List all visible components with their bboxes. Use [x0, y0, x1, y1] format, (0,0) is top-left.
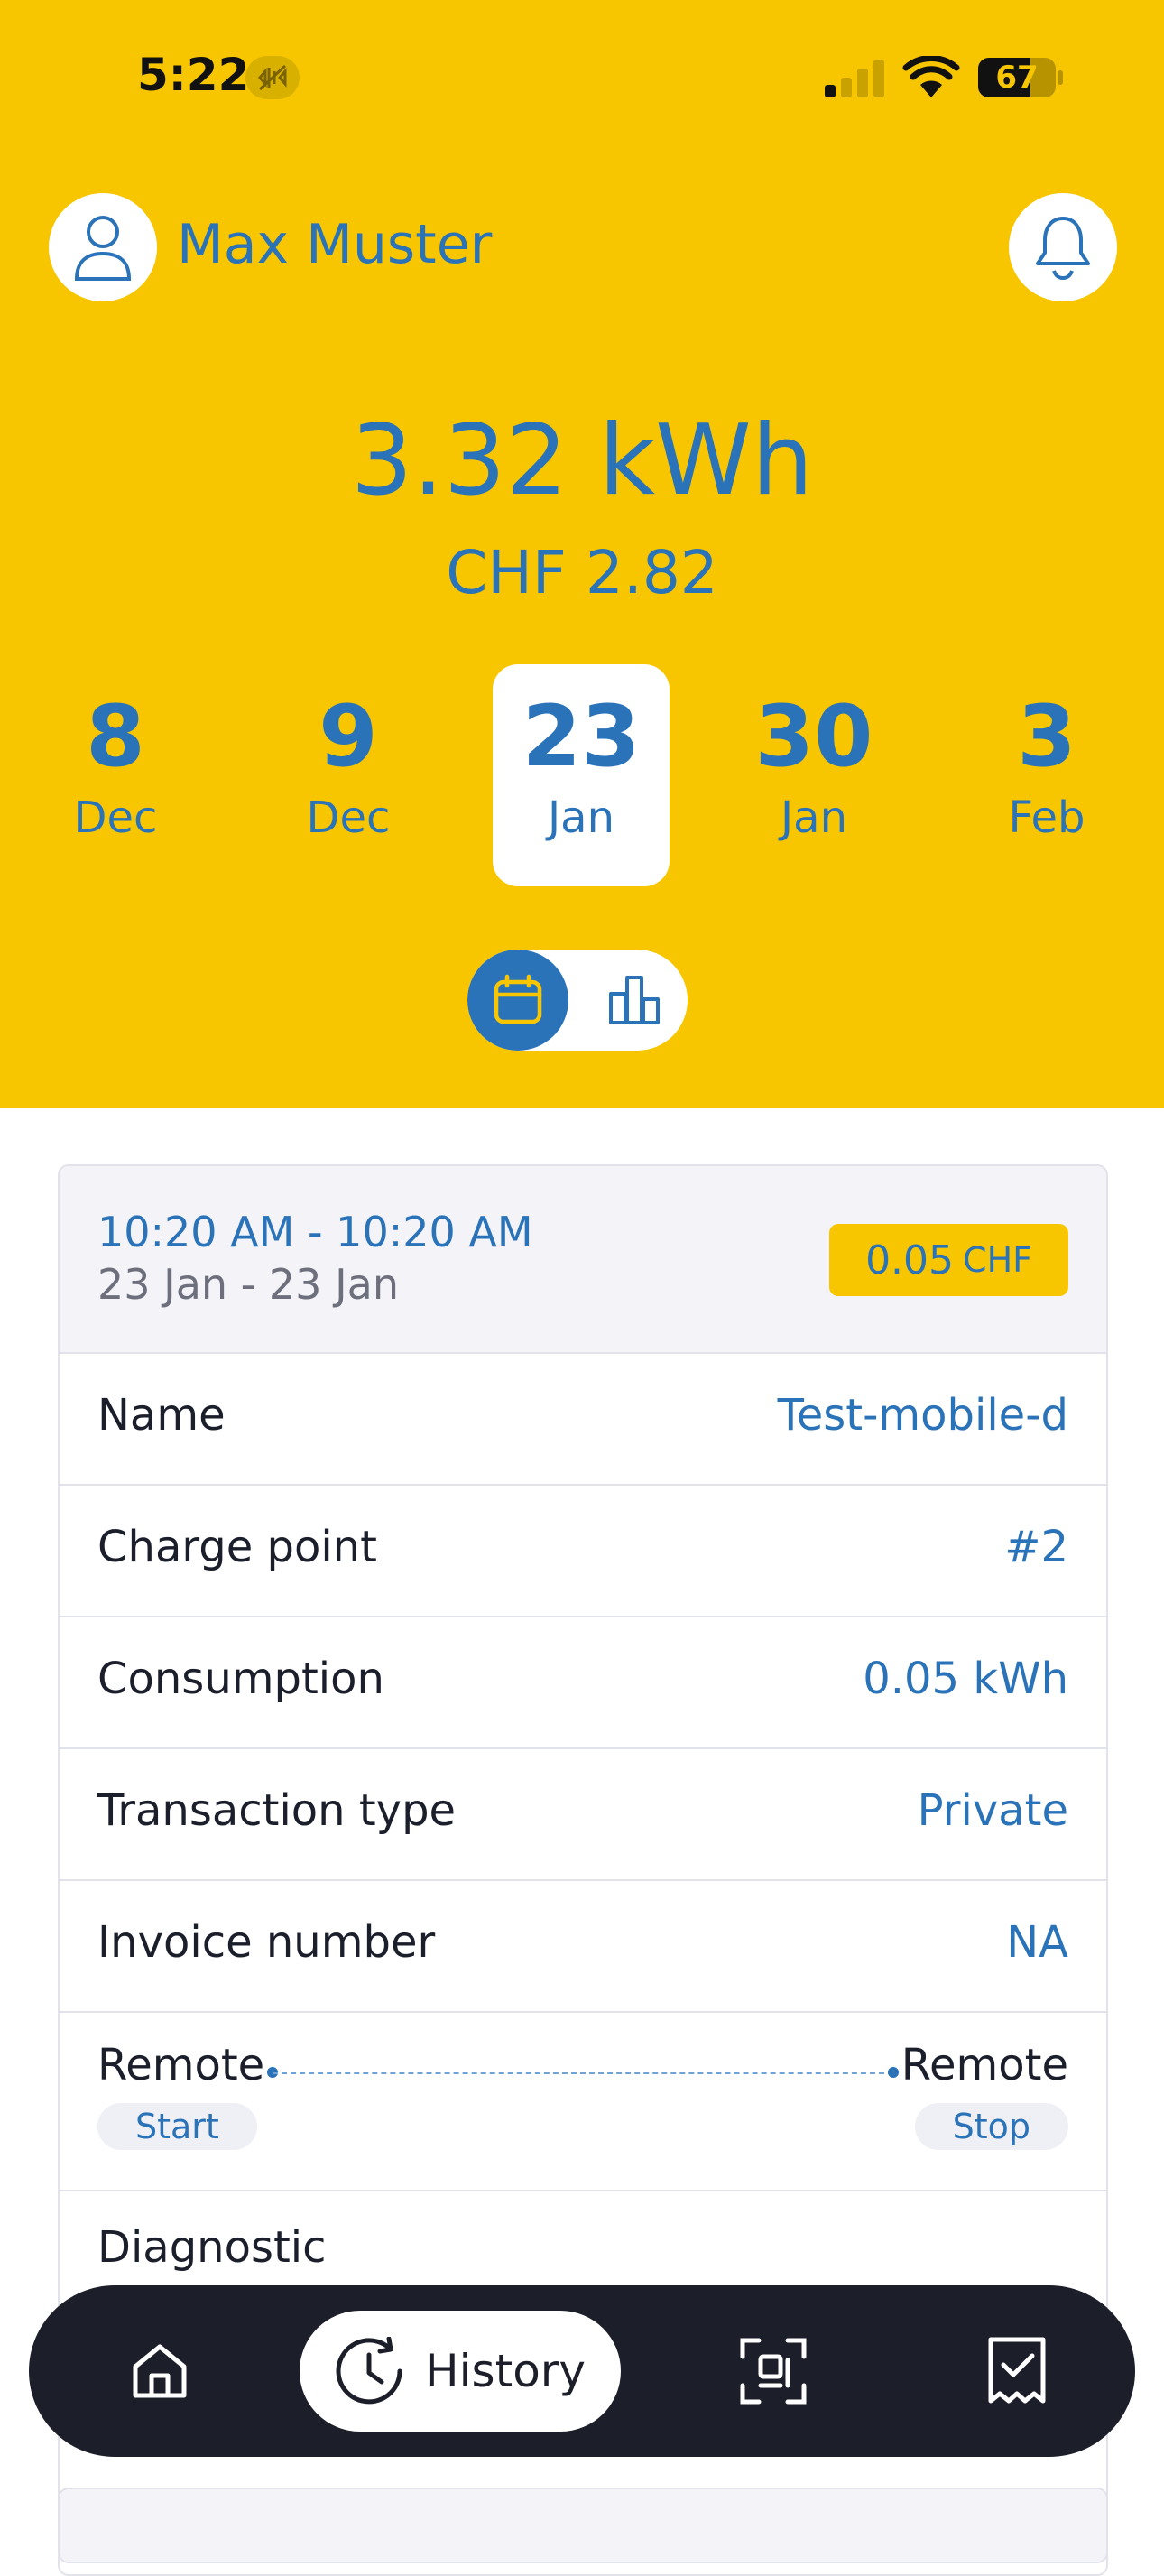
remote-timeline: Remote Start Remote Stop — [60, 2013, 1106, 2191]
nav-invoices-button[interactable] — [949, 2285, 1085, 2457]
detail-row-consumption: Consumption 0.05 kWh — [60, 1617, 1106, 1749]
detail-label: Invoice number — [97, 1917, 436, 1968]
nav-history-label: History — [425, 2345, 586, 2397]
nav-scan-button[interactable] — [706, 2285, 841, 2457]
history-icon — [336, 2337, 402, 2405]
detail-label: Consumption — [97, 1654, 384, 1704]
detail-value: Private — [917, 1785, 1068, 1836]
date-day: 9 — [319, 688, 378, 786]
total-energy: 3.32 kWh — [350, 404, 814, 517]
detail-label: Transaction type — [97, 1785, 457, 1836]
wifi-icon — [902, 55, 960, 103]
user-icon — [74, 216, 132, 281]
total-cost: CHF 2.82 — [446, 538, 718, 607]
session-header: 10:20 AM - 10:20 AM 23 Jan - 23 Jan 0.05… — [60, 1166, 1106, 1354]
mute-icon — [245, 56, 300, 99]
home-icon — [133, 2344, 187, 2398]
session-price-badge: 0.05 CHF — [829, 1224, 1068, 1296]
date-item[interactable]: 3 Feb — [958, 664, 1135, 886]
username[interactable]: Max Muster — [177, 213, 492, 276]
remote-start-tag: Start — [97, 2103, 257, 2150]
status-time: 5:22 — [137, 49, 250, 101]
detail-row-transaction-type: Transaction type Private — [60, 1749, 1106, 1881]
nav-home-button[interactable] — [92, 2285, 227, 2457]
scan-icon — [740, 2338, 807, 2405]
remote-start-label: Remote — [97, 2040, 265, 2090]
battery-cap — [1058, 70, 1063, 85]
detail-row-name: Name Test-mobile-d — [60, 1354, 1106, 1486]
view-toggle — [467, 950, 688, 1051]
battery-level: 67 — [995, 60, 1039, 96]
chart-view-button[interactable] — [585, 950, 686, 1051]
invoice-icon — [988, 2337, 1046, 2404]
date-item[interactable]: 9 Dec — [260, 664, 437, 886]
date-day: 3 — [1017, 688, 1076, 786]
calendar-icon — [494, 974, 542, 1024]
cellular-signal-icon — [825, 58, 886, 97]
date-day: 8 — [86, 688, 145, 786]
price-currency: CHF — [963, 1240, 1032, 1280]
date-day: 23 — [522, 688, 641, 786]
next-session-card[interactable] — [58, 2488, 1108, 2563]
date-month: Feb — [1008, 792, 1085, 843]
detail-value: NA — [1006, 1917, 1068, 1968]
session-date-range: 23 Jan - 23 Jan — [97, 1260, 399, 1309]
date-item-selected[interactable]: 23 Jan — [493, 664, 670, 886]
detail-value: Test-mobile-d — [777, 1390, 1068, 1441]
bell-icon — [1036, 217, 1090, 280]
avatar[interactable] — [49, 193, 157, 301]
timeline-end-dot — [888, 2067, 899, 2078]
price-value: 0.05 — [865, 1237, 955, 1283]
detail-value: #2 — [1004, 1522, 1068, 1572]
date-selector: 8 Dec 9 Dec 23 Jan 30 Jan 3 Feb — [0, 664, 1164, 890]
calendar-view-button[interactable] — [467, 950, 568, 1051]
notifications-button[interactable] — [1009, 193, 1117, 301]
bottom-nav: History — [29, 2285, 1135, 2457]
detail-row-invoice-number: Invoice number NA — [60, 1881, 1106, 2013]
date-month: Jan — [548, 792, 614, 843]
date-month: Jan — [781, 792, 847, 843]
date-month: Dec — [73, 792, 158, 843]
date-item[interactable]: 30 Jan — [725, 664, 902, 886]
remote-stop-tag: Stop — [914, 2103, 1068, 2150]
date-day: 30 — [754, 688, 873, 786]
detail-value: 0.05 kWh — [863, 1654, 1068, 1704]
bar-chart-icon — [609, 976, 660, 1024]
status-bar: 5:22 67 — [0, 0, 1164, 162]
session-times: 10:20 AM - 10:20 AM — [97, 1208, 533, 1256]
date-month: Dec — [306, 792, 391, 843]
nav-history-button[interactable]: History — [300, 2311, 621, 2432]
header: Max Muster 3.32 kWh CHF 2.82 8 Dec 9 Dec… — [0, 0, 1164, 1108]
detail-label: Charge point — [97, 1522, 377, 1572]
diagnostic-label: Diagnostic — [97, 2222, 327, 2273]
detail-row-charge-point: Charge point #2 — [60, 1486, 1106, 1617]
date-item[interactable]: 8 Dec — [27, 664, 204, 886]
battery-icon: 67 — [978, 58, 1056, 97]
timeline-line — [273, 2072, 893, 2074]
remote-stop-label: Remote — [901, 2040, 1068, 2090]
detail-label: Name — [97, 1390, 226, 1441]
